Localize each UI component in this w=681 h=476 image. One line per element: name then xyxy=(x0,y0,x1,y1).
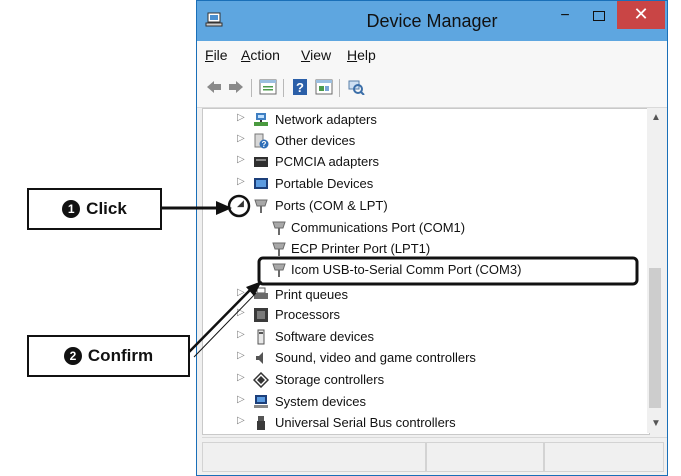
step-number-badge: 2 xyxy=(63,347,82,365)
callout-click-label: Click xyxy=(86,199,127,218)
confirm-arrow-head xyxy=(246,281,262,296)
confirm-arrow-line-shadow xyxy=(193,292,257,358)
step-number-badge: 1 xyxy=(62,200,81,218)
callout-confirm-label: Confirm xyxy=(87,346,154,365)
confirm-highlight-box xyxy=(257,256,639,286)
annotation-overlay xyxy=(162,194,639,358)
callout-click: 1 Click xyxy=(27,188,162,230)
callout-confirm: 2 Confirm xyxy=(27,335,190,377)
click-highlight-circle xyxy=(227,194,251,218)
confirm-arrow-line xyxy=(188,287,253,353)
